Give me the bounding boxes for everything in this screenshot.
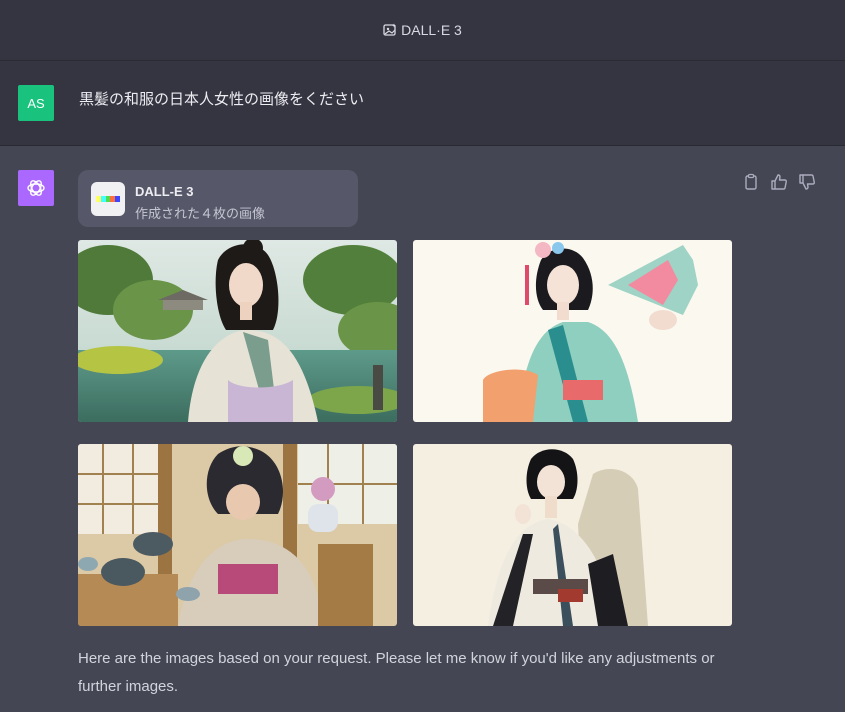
image-sparkle-icon [383,23,397,37]
thumbs-down-icon[interactable] [798,173,816,191]
clipboard-icon[interactable] [742,173,760,191]
top-bar: DALL·E 3 [0,0,845,61]
dalle-icon [91,182,125,216]
generated-image-1[interactable] [78,240,397,422]
thumbs-up-icon[interactable] [770,173,788,191]
tool-subtitle: 作成された４枚の画像 [135,206,266,221]
user-avatar: AS [18,85,54,121]
user-message-row: AS 黒髪の和服の日本人女性の画像をください [0,61,845,146]
tool-name: DALL-E 3 [135,184,194,199]
user-message: 黒髪の和服の日本人女性の画像をください [79,91,365,108]
model-name[interactable]: DALL·E 3 [401,22,462,38]
openai-logo-icon [18,170,54,206]
message-actions [742,173,816,191]
generated-image-3[interactable] [78,444,397,626]
dalle-tool-card[interactable]: DALL-E 3 作成された４枚の画像 [78,170,358,227]
assistant-message-row: DALL-E 3 作成された４枚の画像 Here are the images … [0,146,845,712]
generated-image-2[interactable] [413,240,732,422]
generated-image-4[interactable] [413,444,732,626]
assistant-reply: Here are the images based on your reques… [78,650,715,695]
